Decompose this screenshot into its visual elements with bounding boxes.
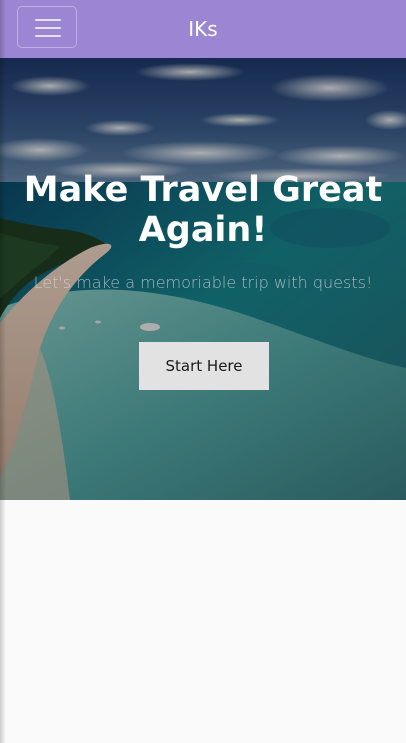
hero-title: Make Travel Great Again! — [23, 170, 383, 250]
top-navbar: IKs — [0, 0, 406, 58]
hero-subtitle: Let's make a memoriable trip with quests… — [33, 273, 373, 292]
hero-section: Make Travel Great Again! Let's make a me… — [0, 58, 406, 500]
app-page: IKs Make Travel Great Again! Let's make … — [0, 0, 406, 743]
start-here-button[interactable]: Start Here — [139, 342, 269, 390]
brand-title[interactable]: IKs — [0, 16, 406, 42]
hero-content: Make Travel Great Again! Let's make a me… — [0, 58, 406, 500]
